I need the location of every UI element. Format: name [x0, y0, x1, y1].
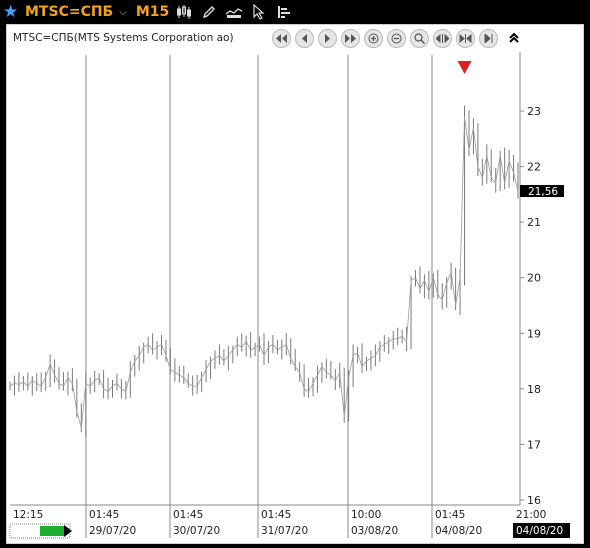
symbol-selector[interactable]: MTSC=СПБ	[25, 4, 113, 20]
next-icon[interactable]	[318, 29, 337, 48]
expand-horizontal-icon[interactable]	[433, 29, 452, 48]
zoom-out-icon[interactable]	[387, 29, 406, 48]
layout-bars-icon[interactable]	[274, 2, 294, 22]
go-to-end-icon[interactable]	[479, 29, 498, 48]
zoom-in-icon[interactable]	[364, 29, 383, 48]
timeframe-selector[interactable]: M15	[136, 4, 169, 20]
last-page-icon[interactable]	[341, 29, 360, 48]
chevron-down-icon[interactable]: ⌵	[119, 7, 127, 18]
collapse-chevrons-icon[interactable]	[508, 29, 520, 47]
favorite-star-icon[interactable]: ★	[3, 0, 21, 24]
indicators-icon[interactable]	[224, 2, 244, 22]
first-page-icon[interactable]	[272, 29, 291, 48]
cursor-pointer-icon[interactable]	[249, 2, 269, 22]
magnifier-icon[interactable]	[410, 29, 429, 48]
candlestick-chart-icon[interactable]	[174, 2, 194, 22]
chart-navigation	[272, 29, 502, 48]
chart-panel[interactable]	[6, 24, 584, 544]
previous-icon[interactable]	[295, 29, 314, 48]
compress-horizontal-icon[interactable]	[456, 29, 475, 48]
chart-title: MTSC=СПБ(MTS Systems Corporation ao)	[13, 32, 234, 44]
toolbar: ★ MTSC=СПБ ⌵ M15	[0, 0, 590, 24]
pencil-icon[interactable]	[199, 2, 219, 22]
